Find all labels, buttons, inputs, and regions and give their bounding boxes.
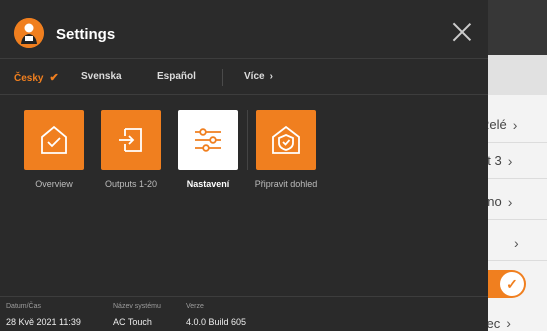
chevron-right-icon: › <box>506 315 511 331</box>
door-enter-icon <box>119 128 142 152</box>
background-row-sec[interactable]: sec › <box>480 305 547 331</box>
check-icon: ✓ <box>500 272 524 296</box>
chevron-right-icon: › <box>514 234 519 251</box>
divider <box>247 110 248 170</box>
chevron-right-icon: › <box>512 116 518 133</box>
language-option-svenska[interactable]: Svenska <box>81 71 122 82</box>
background-row-output3[interactable]: ut 3 › <box>480 143 547 179</box>
datetime-label: Datum/Čas <box>6 303 42 310</box>
language-more-button[interactable]: Více › <box>244 71 273 82</box>
settings-panel: Settings Česky ✔ Svenska Español Více › Ov… <box>0 0 488 331</box>
language-label: Česky <box>14 73 44 84</box>
shield-house-icon <box>272 125 300 154</box>
close-icon[interactable] <box>450 20 474 44</box>
background-row-rele[interactable]: Relé › <box>480 107 547 143</box>
language-bar: Česky ✔ Svenska Español Více › <box>0 58 488 95</box>
tile-overview-label: Overview <box>35 179 73 189</box>
language-option-cesky[interactable]: Česky ✔ <box>14 71 59 84</box>
house-check-icon <box>41 125 67 154</box>
language-more-label: Více <box>244 71 265 82</box>
system-name-value: AC Touch <box>113 317 152 327</box>
tile-outputs[interactable] <box>101 110 161 170</box>
background-row-eno[interactable]: eno › <box>480 184 547 220</box>
version-label: Verze <box>186 303 204 310</box>
chevron-right-icon: › <box>507 152 513 169</box>
system-name-label: Název systému <box>113 303 161 310</box>
background-row-empty[interactable]: › <box>480 225 547 261</box>
chevron-right-icon: › <box>269 71 273 82</box>
tile-nastaveni[interactable] <box>178 110 238 170</box>
tile-overview[interactable] <box>24 110 84 170</box>
tile-pripravit-dohled-label: Připravit dohled <box>254 179 318 189</box>
page-title: Settings <box>56 26 116 43</box>
version-value: 4.0.0 Build 605 <box>186 317 247 327</box>
settings-header: Settings <box>0 0 488 58</box>
tile-pripravit-dohled[interactable] <box>256 110 316 170</box>
language-label: Svenska <box>81 71 122 82</box>
check-icon: ✔ <box>49 72 59 84</box>
sliders-icon <box>195 128 221 152</box>
divider <box>222 69 223 86</box>
language-option-espanol[interactable]: Español <box>157 71 196 82</box>
datetime-value: 28 Kvě 2021 11:39 <box>6 317 81 327</box>
tile-outputs-label: Outputs 1-20 <box>104 179 158 189</box>
status-footer: Datum/Čas 28 Kvě 2021 11:39 Název systém… <box>0 296 488 331</box>
chevron-right-icon: › <box>507 193 513 210</box>
language-label: Español <box>157 71 196 82</box>
user-avatar-logo <box>14 18 44 48</box>
tile-nastaveni-label: Nastavení <box>186 179 230 189</box>
